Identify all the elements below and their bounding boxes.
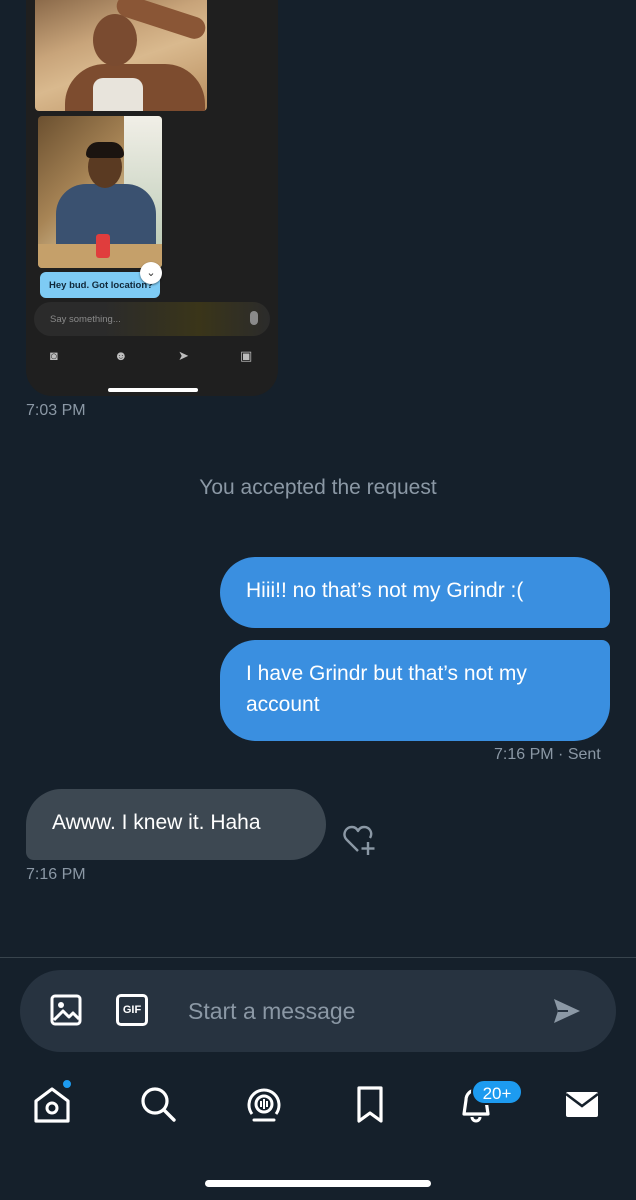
mic-icon: [250, 311, 258, 325]
search-icon[interactable]: [138, 1084, 178, 1124]
image-icon[interactable]: [50, 994, 82, 1026]
timestamp-first: 7:03 PM: [26, 402, 86, 419]
divider: [0, 957, 636, 958]
home-indicator: [205, 1180, 431, 1187]
sent-status: · Sent: [558, 746, 601, 763]
location-arrow-icon: ➤: [178, 348, 189, 363]
embedded-input-placeholder: Say something...: [50, 314, 121, 325]
home-icon[interactable]: [32, 1084, 72, 1124]
gif-button[interactable]: GIF: [116, 994, 148, 1026]
sent-timestamp: 7:16 PM · Sent: [494, 746, 601, 764]
home-notification-dot: [62, 1079, 72, 1089]
embedded-toolbar: ◙ ☻ ➤ ▣: [26, 344, 278, 368]
outgoing-message[interactable]: Hiii!! no that’s not my Grindr :(: [220, 557, 610, 628]
chevron-down-icon: ⌄: [140, 262, 162, 284]
system-message: You accepted the request: [199, 476, 437, 499]
message-input[interactable]: Start a message: [188, 998, 355, 1025]
bookmark-icon[interactable]: [350, 1084, 390, 1124]
shared-screenshot-image[interactable]: Hey bud. Got location? ⌄ Say something..…: [26, 0, 278, 396]
sent-time: 7:16 PM: [494, 746, 554, 763]
embedded-home-indicator: [108, 388, 198, 392]
camera-icon: ◙: [50, 348, 58, 363]
photo-beach: [35, 0, 207, 111]
message-composer[interactable]: GIF Start a message: [20, 970, 616, 1052]
incoming-message[interactable]: Awww. I knew it. Haha: [26, 789, 326, 860]
photo-cafe: [38, 116, 162, 268]
spaces-icon[interactable]: [244, 1084, 284, 1124]
messages-icon[interactable]: [562, 1084, 602, 1124]
notifications-badge: 20+: [471, 1079, 523, 1105]
outgoing-message[interactable]: I have Grindr but that’s not my account: [220, 640, 610, 741]
emoji-icon: ☻: [114, 348, 128, 363]
chat-icon: ▣: [240, 348, 253, 363]
embedded-input: Say something...: [34, 302, 270, 336]
received-timestamp: 7:16 PM: [26, 866, 86, 883]
add-reaction-icon[interactable]: [342, 824, 376, 856]
send-icon[interactable]: [552, 996, 582, 1026]
bottom-tab-bar: [0, 1072, 636, 1142]
